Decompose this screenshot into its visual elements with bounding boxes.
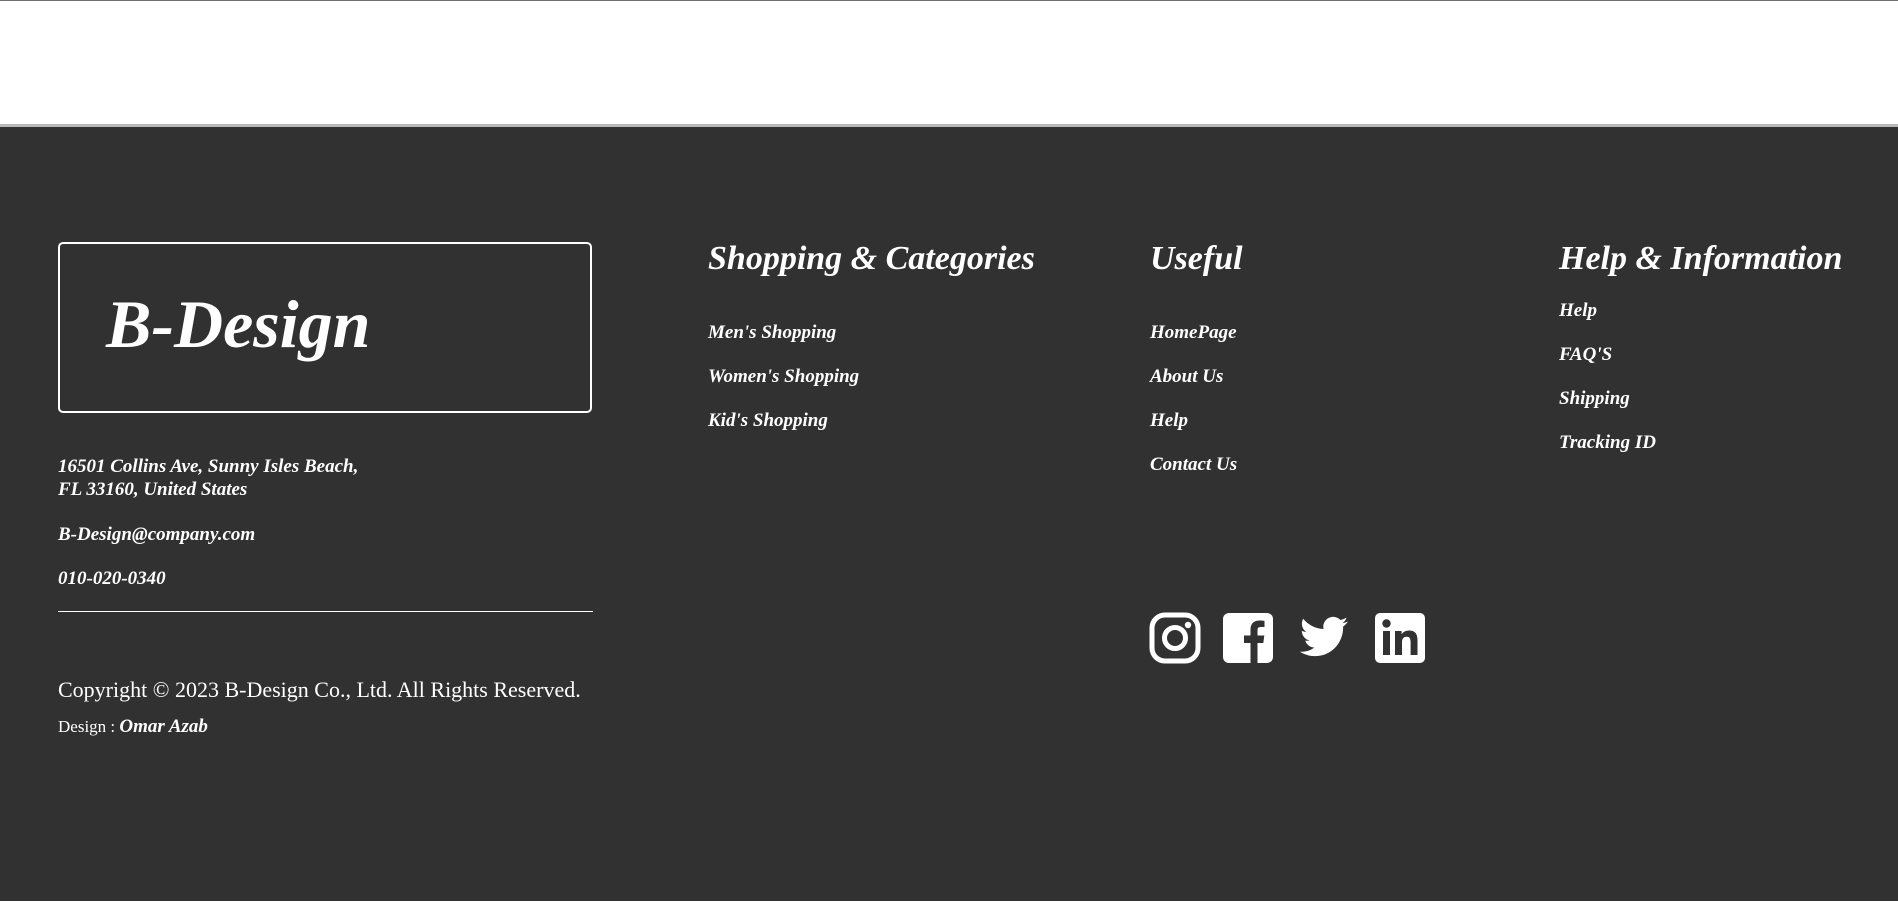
shopping-categories-list: Men's Shopping Women's Shopping Kid's Sh… bbox=[708, 321, 859, 453]
footer-link-help[interactable]: Help bbox=[1150, 409, 1237, 453]
contact-email[interactable]: B-Design@company.com bbox=[58, 523, 255, 547]
top-blank-area bbox=[0, 0, 1898, 126]
social-icons bbox=[1149, 612, 1426, 664]
footer-divider bbox=[58, 611, 593, 612]
useful-heading: Useful bbox=[1150, 240, 1243, 277]
footer-link-kids-shopping[interactable]: Kid's Shopping bbox=[708, 409, 859, 453]
footer-link-womens-shopping[interactable]: Women's Shopping bbox=[708, 365, 859, 409]
footer-link-homepage[interactable]: HomePage bbox=[1150, 321, 1237, 365]
address-line-2: FL 33160, United States bbox=[58, 479, 248, 500]
contact-phone[interactable]: 010-020-0340 bbox=[58, 567, 166, 591]
copyright-text: Copyright © 2023 B-Design Co., Ltd. All … bbox=[58, 677, 581, 702]
footer-link-faqs[interactable]: FAQ'S bbox=[1559, 343, 1656, 387]
footer-link-shipping[interactable]: Shipping bbox=[1559, 387, 1656, 431]
shopping-categories-heading: Shopping & Categories bbox=[708, 240, 1035, 277]
design-credit-label: Design : bbox=[58, 717, 120, 736]
footer-link-about-us[interactable]: About Us bbox=[1150, 365, 1237, 409]
help-information-heading: Help & Information bbox=[1559, 240, 1843, 277]
help-information-list: Help FAQ'S Shipping Tracking ID bbox=[1559, 299, 1656, 475]
brand-logo-box[interactable]: B-Design bbox=[58, 242, 592, 413]
linkedin-icon[interactable] bbox=[1374, 612, 1426, 664]
instagram-icon[interactable] bbox=[1149, 612, 1201, 664]
site-footer: B-Design 16501 Collins Ave, Sunny Isles … bbox=[0, 127, 1898, 903]
brand-logo-text: B-Design bbox=[106, 286, 371, 362]
footer-link-tracking-id[interactable]: Tracking ID bbox=[1559, 431, 1656, 475]
design-credit: Design : Omar Azab bbox=[58, 716, 208, 738]
footer-link-help-info[interactable]: Help bbox=[1559, 299, 1656, 343]
address-line-1: 16501 Collins Ave, Sunny Isles Beach, bbox=[58, 456, 359, 477]
designer-name[interactable]: Omar Azab bbox=[119, 716, 208, 737]
footer-link-contact-us[interactable]: Contact Us bbox=[1150, 453, 1237, 497]
facebook-icon[interactable] bbox=[1222, 612, 1274, 664]
useful-links-list: HomePage About Us Help Contact Us bbox=[1150, 321, 1237, 497]
twitter-icon[interactable] bbox=[1295, 612, 1353, 664]
footer-link-mens-shopping[interactable]: Men's Shopping bbox=[708, 321, 859, 365]
